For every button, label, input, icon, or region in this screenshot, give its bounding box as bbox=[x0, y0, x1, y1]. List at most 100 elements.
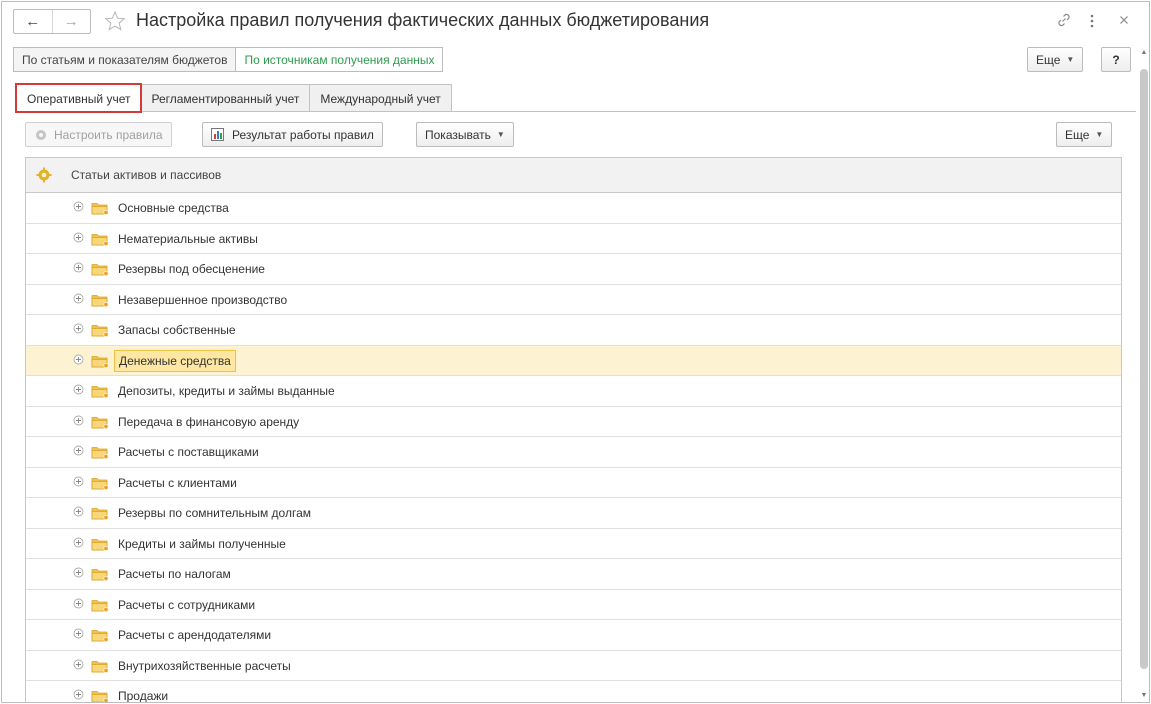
folder-icon bbox=[91, 323, 109, 338]
table-row[interactable]: Резервы под обесценение bbox=[26, 254, 1121, 285]
scroll-down-icon[interactable]: ▼ bbox=[1139, 692, 1149, 702]
table-row[interactable]: Кредиты и займы полученные bbox=[26, 529, 1121, 559]
toolbar-more-label: Еще bbox=[1065, 127, 1090, 142]
show-label: Показывать bbox=[425, 127, 491, 142]
by-budget-items-button[interactable]: По статьям и показателям бюджетов bbox=[13, 47, 237, 72]
items-table: Статьи активов и пассивов Основные средс… bbox=[25, 157, 1122, 703]
folder-icon bbox=[91, 659, 109, 673]
help-button[interactable]: ? bbox=[1101, 47, 1131, 72]
table-row[interactable]: Расчеты с клиентами bbox=[26, 468, 1121, 498]
expand-plus-icon[interactable] bbox=[73, 628, 84, 639]
table-row[interactable]: Резервы по сомнительным долгам bbox=[26, 498, 1121, 529]
show-dropdown-button[interactable]: Показывать ▼ bbox=[416, 122, 514, 147]
by-data-sources-button[interactable]: По источникам получения данных bbox=[236, 47, 444, 72]
table-row[interactable]: Основные средства bbox=[26, 193, 1121, 224]
scrollbar-thumb[interactable] bbox=[1140, 69, 1148, 669]
header-more-label: Еще bbox=[1036, 52, 1061, 67]
table-row[interactable]: Продажи bbox=[26, 681, 1121, 703]
folder-icon bbox=[91, 201, 109, 216]
row-label: Основные средства bbox=[118, 201, 229, 215]
header-more-button[interactable]: Еще ▼ bbox=[1027, 47, 1084, 72]
expand-plus-icon[interactable] bbox=[73, 537, 84, 548]
more-menu-icon[interactable] bbox=[1089, 14, 1095, 31]
table-row[interactable]: Внутрихозяйственные расчеты bbox=[26, 651, 1121, 681]
table-row[interactable]: Денежные средства bbox=[26, 345, 1121, 376]
folder-icon bbox=[91, 262, 109, 277]
expand-plus-icon[interactable] bbox=[73, 384, 84, 395]
expand-plus-icon[interactable] bbox=[73, 598, 84, 609]
configure-rules-label: Настроить правила bbox=[54, 127, 163, 142]
rules-result-label: Результат работы правил bbox=[232, 127, 374, 142]
expand-plus-icon[interactable] bbox=[73, 232, 84, 243]
folder-icon bbox=[91, 598, 109, 612]
expand-plus-icon[interactable] bbox=[73, 445, 84, 456]
table-row[interactable]: Расчеты с арендодателями bbox=[26, 620, 1121, 651]
favorite-star-icon[interactable] bbox=[104, 10, 126, 35]
expand-plus-icon[interactable] bbox=[73, 262, 84, 273]
expand-plus-icon[interactable] bbox=[73, 659, 84, 670]
row-label: Расчеты с сотрудниками bbox=[118, 597, 256, 612]
folder-icon bbox=[91, 567, 109, 582]
table-body: Основные средства Нематериальные активы Ре… bbox=[26, 193, 1121, 703]
row-label: Внутрихозяйственные расчеты bbox=[118, 658, 291, 673]
chevron-down-icon: ▼ bbox=[1066, 55, 1075, 64]
settings-gear-icon[interactable] bbox=[36, 167, 52, 186]
source-mode-switch: По статьям и показателям бюджетов По ист… bbox=[13, 47, 444, 72]
row-label: Депозиты, кредиты и займы выданные bbox=[118, 384, 335, 398]
expand-plus-icon[interactable] bbox=[73, 415, 84, 426]
row-label: Резервы по сомнительным долгам bbox=[118, 506, 312, 520]
row-label: Запасы собственные bbox=[118, 323, 236, 337]
table-row[interactable]: Передача в финансовую аренду bbox=[26, 407, 1121, 437]
report-icon bbox=[211, 128, 224, 141]
row-label: Расчеты по налогам bbox=[118, 567, 231, 581]
folder-icon bbox=[91, 232, 109, 246]
row-label: Продажи bbox=[118, 689, 169, 703]
table-row[interactable]: Запасы собственные bbox=[26, 315, 1121, 346]
table-row[interactable]: Нематериальные активы bbox=[26, 224, 1121, 254]
link-icon[interactable] bbox=[1056, 12, 1072, 31]
expand-plus-icon[interactable] bbox=[73, 201, 84, 212]
expand-plus-icon[interactable] bbox=[73, 506, 84, 517]
toolbar-more-button[interactable]: Еще ▼ bbox=[1056, 122, 1113, 147]
expand-plus-icon[interactable] bbox=[73, 567, 84, 578]
expand-plus-icon[interactable] bbox=[73, 476, 84, 487]
vertical-scrollbar[interactable]: ▲ ▼ bbox=[1139, 49, 1149, 702]
gear-icon bbox=[34, 128, 48, 142]
tab-operational[interactable]: Оперативный учет bbox=[14, 83, 143, 113]
table-row[interactable]: Депозиты, кредиты и займы выданные bbox=[26, 376, 1121, 407]
chevron-down-icon: ▼ bbox=[496, 130, 505, 139]
row-label: Кредиты и займы полученные bbox=[118, 536, 286, 551]
folder-icon bbox=[91, 537, 109, 551]
rules-result-button[interactable]: Результат работы правил bbox=[202, 122, 383, 147]
expand-plus-icon[interactable] bbox=[73, 689, 84, 700]
close-icon[interactable] bbox=[1118, 13, 1130, 29]
expand-plus-icon[interactable] bbox=[73, 323, 84, 334]
table-row[interactable]: Расчеты с сотрудниками bbox=[26, 590, 1121, 620]
expand-plus-icon[interactable] bbox=[73, 293, 84, 304]
table-row[interactable]: Расчеты с поставщиками bbox=[26, 437, 1121, 468]
folder-icon bbox=[91, 293, 109, 307]
tab-international[interactable]: Международный учет bbox=[309, 84, 452, 112]
row-label: Расчеты с арендодателями bbox=[118, 628, 272, 642]
page-title: Настройка правил получения фактических д… bbox=[136, 10, 710, 30]
row-label: Резервы под обесценение bbox=[118, 262, 265, 276]
configure-rules-button[interactable]: Настроить правила bbox=[25, 122, 172, 147]
chevron-down-icon: ▼ bbox=[1095, 130, 1104, 139]
folder-icon bbox=[91, 415, 109, 429]
row-label: Денежные средства bbox=[114, 349, 236, 372]
row-label: Незавершенное производство bbox=[118, 292, 288, 307]
expand-plus-icon[interactable] bbox=[73, 354, 84, 365]
table-row[interactable]: Незавершенное производство bbox=[26, 285, 1121, 315]
table-row[interactable]: Расчеты по налогам bbox=[26, 559, 1121, 590]
row-label: Передача в финансовую аренду bbox=[118, 414, 300, 429]
tab-regulated[interactable]: Регламентированный учет bbox=[140, 84, 311, 112]
back-button[interactable]: ← bbox=[14, 10, 52, 33]
forward-button[interactable]: → bbox=[51, 10, 91, 33]
app-window: ← → Настройка правил получения фактическ… bbox=[1, 1, 1150, 703]
folder-icon bbox=[91, 384, 109, 399]
scroll-up-icon[interactable]: ▲ bbox=[1139, 49, 1149, 59]
nav-group: ← → bbox=[13, 9, 91, 34]
folder-icon bbox=[91, 628, 109, 643]
folder-icon bbox=[91, 445, 109, 460]
accounting-tabs: Оперативный учет Регламентированный учет… bbox=[14, 83, 452, 113]
